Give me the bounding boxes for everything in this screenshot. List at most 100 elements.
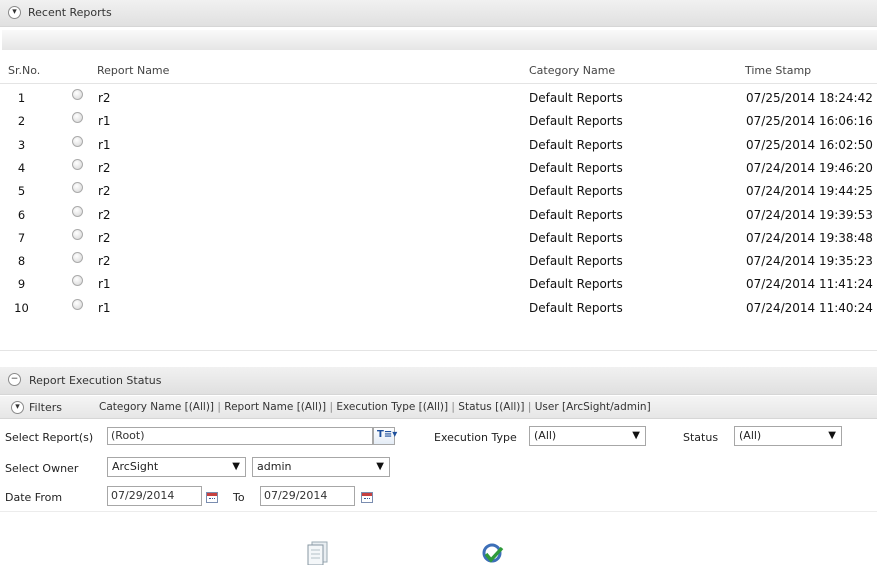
refresh-check-icon[interactable]	[481, 542, 505, 565]
row-number: 5	[17, 184, 26, 199]
execution-status-title: Report Execution Status	[29, 374, 162, 387]
row-select-radio[interactable]	[72, 205, 83, 217]
row-category-name: Default Reports	[529, 114, 623, 129]
row-time-stamp: 07/25/2014 16:06:16	[746, 114, 873, 129]
table-row[interactable]: 9 r1 Default Reports 07/24/2014 11:41:24	[0, 272, 877, 295]
report-tree-picker-button[interactable]: T≡▾	[373, 427, 398, 445]
date-to-value: 07/29/2014	[264, 489, 328, 502]
date-from-calendar-icon[interactable]	[206, 492, 218, 503]
row-select-radio[interactable]	[72, 228, 83, 240]
collapse-execution-status-icon[interactable]: −	[8, 373, 21, 386]
recent-reports-header: ▾ Recent Reports	[0, 0, 877, 27]
row-time-stamp: 07/24/2014 11:40:24	[746, 300, 873, 315]
select-owner-label: Select Owner	[5, 462, 79, 475]
dropdown-arrow-icon: ▼	[632, 430, 640, 441]
column-header-srno[interactable]: Sr.No.	[8, 64, 40, 77]
owner-group-value: ArcSight	[112, 460, 159, 473]
row-number: 7	[17, 230, 26, 245]
row-number: 4	[17, 160, 26, 175]
row-report-name[interactable]: r1	[98, 138, 111, 152]
row-select-radio[interactable]	[72, 158, 83, 170]
report-document-icon[interactable]	[305, 540, 331, 566]
dropdown-arrow-icon: ▼	[232, 461, 240, 472]
row-select-radio[interactable]	[72, 112, 83, 124]
select-reports-value: (Root)	[111, 429, 145, 442]
select-reports-input[interactable]: (Root)	[107, 427, 373, 445]
row-time-stamp: 07/25/2014 18:24:42	[746, 91, 873, 105]
row-select-radio[interactable]	[72, 182, 83, 194]
owner-group-select[interactable]: ArcSight ▼	[107, 457, 246, 477]
row-time-stamp: 07/24/2014 19:46:20	[746, 160, 873, 175]
collapse-filters-icon[interactable]: ▾	[11, 401, 24, 414]
dropdown-arrow-icon: ▼	[376, 461, 384, 472]
row-category-name: Default Reports	[529, 184, 623, 199]
row-time-stamp: 07/24/2014 19:38:48	[746, 230, 873, 245]
recent-reports-title: Recent Reports	[28, 6, 112, 19]
row-category-name: Default Reports	[529, 160, 623, 175]
status-label: Status	[683, 431, 719, 444]
owner-user-value: admin	[257, 460, 292, 473]
table-row[interactable]: 8 r2 Default Reports 07/24/2014 19:35:23	[0, 249, 877, 272]
filter-user: User [ArcSight/admin]	[534, 401, 651, 413]
table-row[interactable]: 3 r1 Default Reports 07/25/2014 16:02:50	[0, 133, 877, 156]
filter-execution-type: Execution Type [(All)]	[336, 401, 449, 413]
date-from-input[interactable]: 07/29/2014	[107, 486, 202, 506]
row-category-name: Default Reports	[529, 91, 623, 105]
row-report-name[interactable]: r1	[98, 114, 111, 128]
row-select-radio[interactable]	[72, 275, 83, 287]
row-time-stamp: 07/24/2014 19:35:23	[746, 254, 873, 269]
row-category-name: Default Reports	[529, 137, 623, 152]
recent-reports-toolbar	[2, 30, 877, 50]
filter-status: Status [(All)]	[458, 401, 525, 413]
table-row[interactable]: 2 r1 Default Reports 07/25/2014 16:06:16	[0, 109, 877, 132]
table-row[interactable]: 10 r1 Default Reports 07/24/2014 11:40:24	[0, 296, 877, 319]
row-category-name: Default Reports	[529, 277, 623, 292]
row-category-name: Default Reports	[529, 254, 623, 269]
table-row[interactable]: 7 r2 Default Reports 07/24/2014 19:38:48	[0, 226, 877, 249]
filters-title: Filters	[29, 401, 62, 414]
execution-type-select[interactable]: (All) ▼	[529, 426, 646, 446]
status-select[interactable]: (All) ▼	[734, 426, 842, 446]
execution-type-value: (All)	[534, 429, 557, 442]
row-select-radio[interactable]	[72, 135, 83, 147]
row-report-name[interactable]: r2	[98, 208, 111, 222]
row-time-stamp: 07/24/2014 11:41:24	[746, 277, 873, 292]
row-number: 2	[17, 114, 26, 129]
row-time-stamp: 07/24/2014 19:39:53	[746, 207, 873, 222]
filters-bar: ▾ Filters Category Name [(All)] | Report…	[0, 396, 877, 419]
row-report-name[interactable]: r2	[98, 254, 111, 268]
execution-status-header: − Report Execution Status	[0, 367, 877, 395]
execution-type-label: Execution Type	[434, 431, 517, 444]
row-report-name[interactable]: r2	[98, 231, 111, 245]
table-row[interactable]: 1 r2 Default Reports 07/25/2014 18:24:42	[0, 86, 877, 109]
table-row[interactable]: 5 r2 Default Reports 07/24/2014 19:44:25	[0, 179, 877, 202]
row-select-radio[interactable]	[72, 298, 83, 310]
row-category-name: Default Reports	[529, 300, 623, 315]
row-number: 6	[17, 207, 26, 222]
column-header-report-name[interactable]: Report Name	[97, 64, 169, 77]
row-report-name[interactable]: r2	[98, 91, 111, 105]
date-to-calendar-icon[interactable]	[361, 492, 373, 503]
table-row[interactable]: 6 r2 Default Reports 07/24/2014 19:39:53	[0, 203, 877, 226]
row-number: 9	[17, 277, 26, 292]
tree-picker-icon: T≡▾	[377, 429, 398, 440]
row-report-name[interactable]: r2	[98, 184, 111, 198]
to-label: To	[233, 491, 245, 504]
row-report-name[interactable]: r1	[98, 277, 111, 291]
column-header-time-stamp[interactable]: Time Stamp	[745, 64, 811, 77]
row-number: 1	[17, 91, 26, 105]
date-to-input[interactable]: 07/29/2014	[260, 486, 355, 506]
row-select-radio[interactable]	[72, 252, 83, 264]
collapse-recent-reports-icon[interactable]: ▾	[8, 6, 21, 19]
date-from-label: Date From	[5, 491, 63, 504]
row-report-name[interactable]: r2	[98, 161, 111, 175]
row-number: 8	[17, 254, 26, 269]
table-bottom-border	[0, 350, 877, 351]
owner-user-select[interactable]: admin ▼	[252, 457, 390, 477]
row-report-name[interactable]: r1	[98, 301, 111, 315]
row-number: 10	[14, 300, 29, 315]
column-header-category-name[interactable]: Category Name	[529, 64, 615, 77]
row-select-radio[interactable]	[72, 89, 83, 100]
table-row[interactable]: 4 r2 Default Reports 07/24/2014 19:46:20	[0, 156, 877, 179]
form-bottom-border	[0, 511, 877, 512]
